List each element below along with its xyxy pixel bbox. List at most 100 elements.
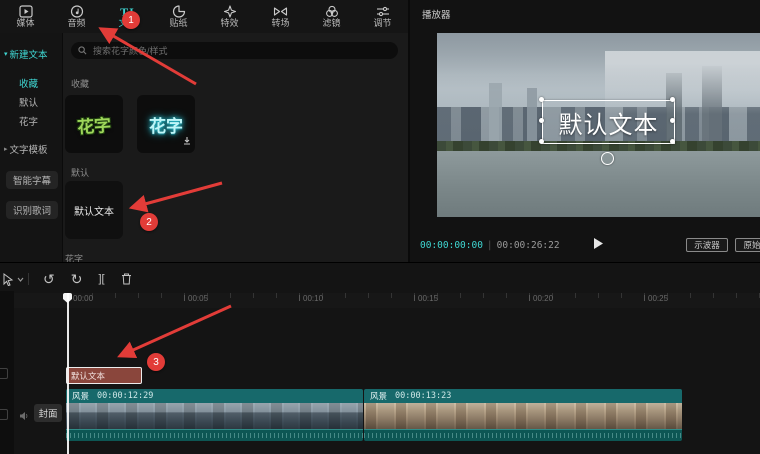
tab-filters[interactable]: 滤镜 (306, 0, 357, 33)
text-overlay: 默认文本 (559, 105, 659, 140)
preview-tower (489, 83, 502, 146)
fancy-text-tile-green[interactable]: 花字 (65, 95, 123, 153)
tab-sticker-label: 贴纸 (169, 19, 187, 28)
ruler-tick: 00:00 (69, 295, 93, 303)
selection-handle[interactable] (670, 139, 675, 144)
toolbar-divider (28, 273, 29, 285)
text-clip-label: 默认文本 (71, 370, 105, 382)
track-toggle-icon[interactable] (0, 409, 8, 420)
tab-transitions[interactable]: 转场 (255, 0, 306, 33)
sidebar-item-label: 识别歌词 (13, 203, 51, 217)
split-button[interactable]: ][ (98, 272, 104, 286)
default-text-preview: 默认文本 (74, 203, 114, 218)
sidebar-item-text-templates[interactable]: ▸ 文字模板 (2, 140, 60, 158)
total-timecode: 00:00:26:22 (497, 240, 560, 251)
ratio-button[interactable]: 原始 (735, 238, 760, 252)
tab-filters-label: 滤镜 (322, 19, 340, 28)
tab-text-label: 文本 (118, 19, 136, 28)
rotate-handle-icon[interactable] (601, 152, 614, 165)
timeline-toolbar: ↺ ↻ ][ (0, 268, 760, 290)
text-clip[interactable]: 默认文本 (66, 367, 142, 384)
search-bar[interactable] (71, 42, 398, 59)
tab-audio-label: 音频 (67, 19, 85, 28)
filters-icon (325, 5, 339, 18)
tab-sticker[interactable]: 贴纸 (153, 0, 204, 33)
sticker-icon (172, 5, 186, 18)
preview-water (437, 151, 760, 217)
sidebar-item-label: 智能字幕 (13, 173, 51, 187)
selection-handle[interactable] (670, 97, 675, 102)
ruler-tick: 00:25 (644, 295, 668, 303)
play-icon (593, 237, 604, 250)
timeline-ruler[interactable]: 00:00 00:05 00:10 00:15 00:20 00:25 (0, 293, 760, 308)
audio-icon (70, 5, 84, 18)
chevron-down-icon: ▾ (4, 50, 8, 58)
selection-handle[interactable] (539, 97, 544, 102)
video-clip-waveform (364, 429, 682, 441)
text-library-content: 收藏 花字 花字 默认 默认文本 花字 (63, 33, 408, 262)
tab-adjust-label: 调节 (373, 19, 391, 28)
video-clip-duration: 00:00:12:29 (97, 391, 153, 401)
trash-icon (121, 273, 132, 285)
cover-button[interactable]: 封面 (34, 404, 62, 422)
fancy-text-tile-cyan[interactable]: 花字 (137, 95, 195, 153)
track-toggle-icon[interactable] (0, 368, 8, 379)
tab-media[interactable]: 媒体 (0, 0, 51, 33)
capcut-editor-window: 媒体 音频 TI 文本 贴纸 特效 转场 (0, 0, 760, 454)
sidebar-item-label: 默认 (19, 95, 38, 109)
selection-handle[interactable] (539, 118, 544, 123)
selection-handle[interactable] (670, 118, 675, 123)
section-default-label: 默认 (71, 166, 89, 179)
delete-button[interactable] (121, 273, 132, 285)
speaker-icon[interactable] (19, 408, 29, 426)
chevron-down-icon (17, 277, 24, 282)
video-clip-waveform (66, 429, 363, 441)
select-tool-button[interactable] (2, 273, 14, 286)
sidebar-item-label: 文字模板 (10, 142, 48, 156)
tool-dropdown[interactable] (17, 277, 24, 282)
tab-text[interactable]: TI 文本 (102, 0, 153, 33)
sidebar-item-new-text[interactable]: ▾ 新建文本 (2, 45, 60, 63)
player-title: 播放器 (422, 7, 451, 21)
video-clip-header: 风景 00:00:13:23 (364, 389, 682, 403)
video-preview[interactable]: 默认文本 (437, 33, 760, 217)
playhead-line[interactable] (67, 293, 69, 454)
text-category-sidebar: ▾ 新建文本 收藏 默认 花字 ▸ 文字模板 智能字幕 识别歌词 (0, 33, 63, 262)
sidebar-item-recognize-lyrics[interactable]: 识别歌词 (6, 201, 58, 219)
redo-button[interactable]: ↻ (71, 272, 83, 286)
default-text-tile[interactable]: 默认文本 (65, 181, 123, 239)
chevron-right-icon: ▸ (4, 145, 8, 153)
effects-icon (223, 5, 237, 18)
video-clip-name: 风景 (72, 390, 89, 402)
adjust-icon (376, 5, 390, 18)
video-clip-name: 风景 (370, 390, 387, 402)
oscilloscope-button[interactable]: 示波器 (686, 238, 728, 252)
sidebar-item-smart-captions[interactable]: 智能字幕 (6, 171, 58, 189)
sidebar-item-label: 收藏 (19, 76, 38, 90)
tab-transitions-label: 转场 (271, 19, 289, 28)
video-clip-1[interactable]: 风景 00:00:12:29 (66, 389, 363, 441)
ruler-tick: 00:05 (184, 295, 208, 303)
sidebar-item-label: 花字 (19, 114, 38, 128)
selection-handle[interactable] (539, 139, 544, 144)
video-clip-thumbnails (364, 403, 682, 429)
fancy-text-preview: 花字 (76, 110, 112, 137)
text-overlay-selection[interactable]: 默认文本 (542, 100, 675, 144)
timeline-panel: ↺ ↻ ][ 00:00 00:05 00:10 00:15 00:20 00:… (0, 262, 760, 454)
player-controls: 00:00:00:00 | 00:00:26:22 示波器 原始 (410, 232, 760, 258)
tab-audio[interactable]: 音频 (51, 0, 102, 33)
preview-tower (527, 88, 537, 145)
tab-effects[interactable]: 特效 (204, 0, 255, 33)
track-header-strip (0, 291, 14, 454)
tab-adjust[interactable]: 调节 (357, 0, 408, 33)
play-button[interactable] (593, 237, 604, 255)
player-panel: 播放器 默认文本 00:00:00:00 | (410, 0, 760, 262)
video-clip-2[interactable]: 风景 00:00:13:23 (364, 389, 682, 441)
video-clip-duration: 00:00:13:23 (395, 391, 451, 401)
current-timecode: 00:00:00:00 (420, 240, 483, 251)
search-input[interactable] (91, 45, 391, 57)
search-icon (78, 46, 87, 55)
undo-button[interactable]: ↺ (43, 272, 55, 286)
sidebar-item-label: 新建文本 (10, 47, 48, 61)
transitions-icon (273, 5, 288, 18)
